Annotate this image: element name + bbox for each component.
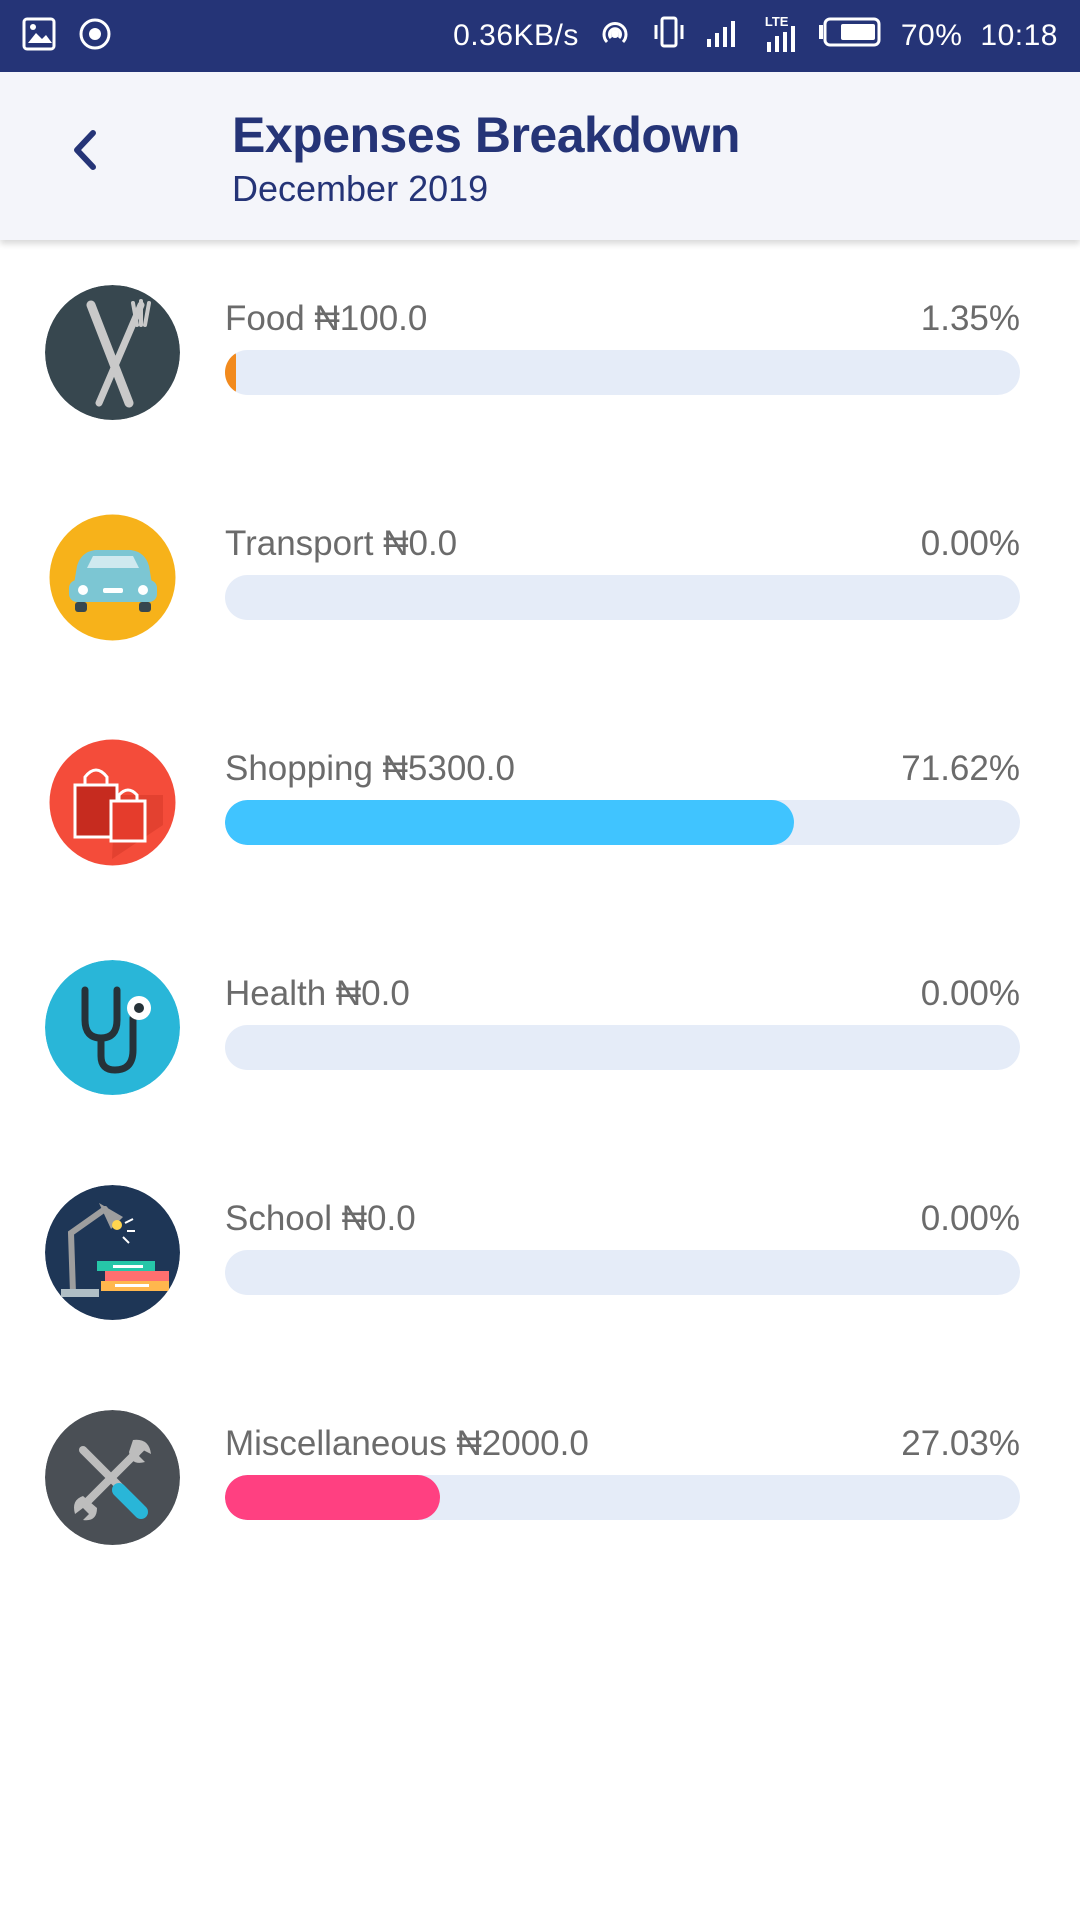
signal-icon: [705, 15, 745, 57]
expense-percent: 27.03%: [901, 1424, 1020, 1463]
hotspot-icon: [597, 14, 633, 58]
desk-lamp-books-icon: [45, 1185, 180, 1320]
expense-label: School ₦0.0: [225, 1199, 416, 1238]
fork-knife-icon: [45, 285, 180, 420]
shopping-bags-icon: [45, 735, 180, 870]
vibrate-icon: [651, 14, 687, 58]
gallery-icon: [22, 17, 56, 56]
expense-label: Food ₦100.0: [225, 299, 428, 338]
expense-percent: 0.00%: [920, 1199, 1020, 1238]
page-subtitle: December 2019: [232, 168, 489, 209]
expense-row-transport[interactable]: Transport ₦0.0 0.00%: [0, 510, 1080, 650]
battery-level: 70%: [900, 19, 963, 52]
expense-row-food[interactable]: Food ₦100.0 1.35%: [0, 285, 1080, 425]
expense-percent: 0.00%: [920, 974, 1020, 1013]
expense-percent: 0.00%: [920, 524, 1020, 563]
tools-icon: [45, 1410, 180, 1545]
expense-row-school[interactable]: School ₦0.0 0.00%: [0, 1185, 1080, 1325]
expense-label: Health ₦0.0: [225, 974, 410, 1013]
page-title: Expenses Breakdown: [232, 107, 740, 163]
chevron-left-icon: [74, 130, 96, 170]
progress-track: [225, 1475, 1020, 1520]
back-button[interactable]: [58, 122, 114, 178]
expense-label: Transport ₦0.0: [225, 524, 458, 563]
progress-track: [225, 1250, 1020, 1295]
app-header: Expenses Breakdown December 2019: [0, 72, 1080, 240]
expense-percent: 71.62%: [901, 749, 1020, 788]
battery-icon: [817, 17, 883, 55]
stethoscope-icon: [45, 960, 180, 1095]
expense-label: Shopping ₦5300.0: [225, 749, 515, 788]
progress-fill: [225, 1475, 440, 1520]
progress-fill: [225, 350, 236, 395]
progress-track: [225, 575, 1020, 620]
progress-track: [225, 1025, 1020, 1070]
expense-label: Miscellaneous ₦2000.0: [225, 1424, 589, 1463]
expense-row-shopping[interactable]: Shopping ₦5300.0 71.62%: [0, 735, 1080, 875]
lte-signal-icon: LTE: [763, 14, 799, 54]
progress-track: [225, 800, 1020, 845]
expense-row-health[interactable]: Health ₦0.0 0.00%: [0, 960, 1080, 1100]
status-bar: 0.36KB/s LTE 70% 10:18: [0, 0, 1080, 72]
expense-row-miscellaneous[interactable]: Miscellaneous ₦2000.0 27.03%: [0, 1410, 1080, 1550]
car-icon: [45, 510, 180, 645]
progress-fill: [225, 800, 795, 845]
expense-percent: 1.35%: [920, 299, 1020, 338]
progress-track: [225, 350, 1020, 395]
clock: 10:18: [980, 19, 1058, 52]
network-speed: 0.36KB/s: [453, 19, 579, 52]
record-icon: [78, 17, 112, 56]
